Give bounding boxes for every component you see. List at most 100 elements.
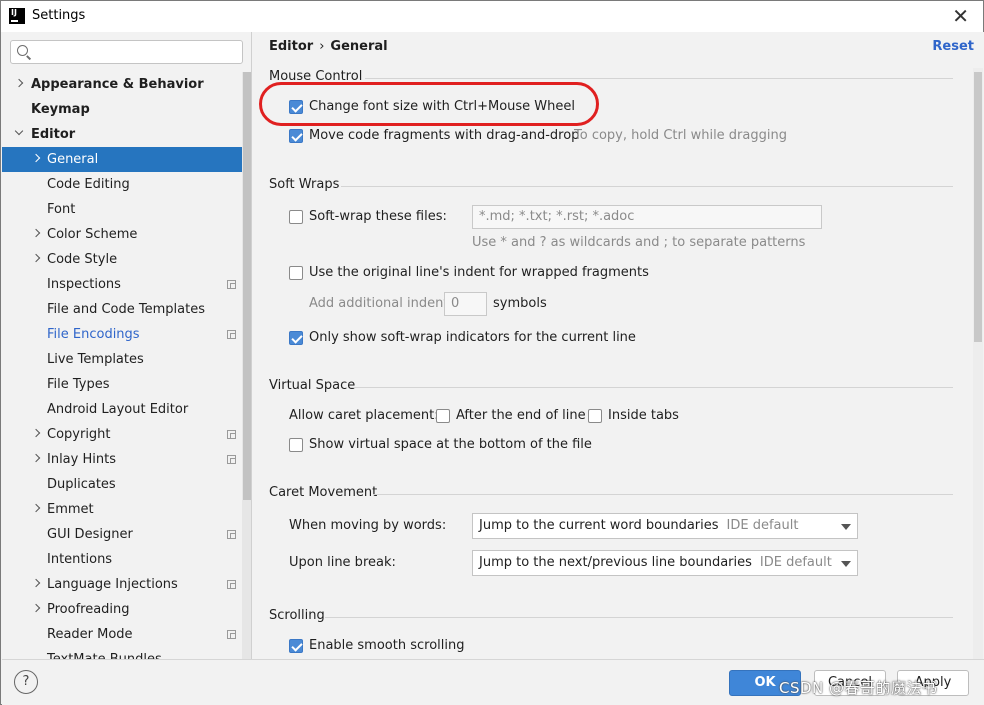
additional-indent-label: Add additional indent: [309, 296, 453, 311]
sidebar-item-font[interactable]: Font [2, 197, 242, 222]
sidebar-item-proofreading[interactable]: Proofreading [2, 597, 242, 622]
reset-link[interactable]: Reset [932, 39, 974, 54]
settings-tree: Appearance & Behavior Keymap Editor Gene… [2, 72, 242, 659]
sidebar-item-general[interactable]: General [2, 147, 242, 172]
project-settings-icon [227, 330, 236, 339]
sidebar-item-label: Copyright [47, 427, 111, 442]
sidebar-item-file-encodings[interactable]: File Encodings [2, 322, 242, 347]
sidebar-item-label: Inlay Hints [47, 452, 116, 467]
sidebar-item-editor[interactable]: Editor [2, 122, 242, 147]
breadcrumb-separator: › [319, 39, 325, 54]
sidebar-item-file-code-templates[interactable]: File and Code Templates [2, 297, 242, 322]
sidebar-item-code-style[interactable]: Code Style [2, 247, 242, 272]
project-settings-icon [227, 530, 236, 539]
sidebar-item-label: Proofreading [47, 602, 130, 617]
sidebar-item-label: Language Injections [47, 577, 178, 592]
sidebar-item-keymap[interactable]: Keymap [2, 97, 242, 122]
sidebar-item-label: File Encodings [47, 327, 140, 342]
settings-window: IJ Settings ✕ Appearance & Behavior Keym… [0, 0, 984, 705]
sidebar-item-gui-designer[interactable]: GUI Designer [2, 522, 242, 547]
sidebar-item-intentions[interactable]: Intentions [2, 547, 242, 572]
moving-words-select[interactable]: Jump to the current word boundaries IDE d… [472, 513, 858, 539]
sidebar-item-language-injections[interactable]: Language Injections [2, 572, 242, 597]
show-virtual-space-checkbox[interactable] [289, 438, 303, 452]
chevron-right-icon[interactable] [31, 253, 41, 263]
chevron-down-icon [841, 524, 851, 530]
section-divider [373, 494, 953, 495]
line-break-value: Jump to the next/previous line boundarie… [479, 555, 752, 570]
smooth-scrolling-checkbox[interactable] [289, 639, 303, 653]
project-settings-icon [227, 280, 236, 289]
red-annotation-oval [259, 82, 599, 126]
show-virtual-space-label: Show virtual space at the bottom of the … [309, 437, 592, 452]
additional-indent-input[interactable]: 0 [444, 292, 487, 316]
move-fragments-label: Move code fragments with drag-and-drop [309, 128, 580, 143]
chevron-right-icon[interactable] [31, 228, 41, 238]
sidebar-item-color-scheme[interactable]: Color Scheme [2, 222, 242, 247]
moving-words-default: IDE default [726, 518, 799, 533]
sidebar-item-inspections[interactable]: Inspections [2, 272, 242, 297]
soft-wrap-indicators-checkbox[interactable] [289, 331, 303, 345]
chevron-right-icon[interactable] [14, 78, 24, 88]
sidebar-item-label: Reader Mode [47, 627, 133, 642]
sidebar-item-textmate-bundles[interactable]: TextMate Bundles [2, 647, 242, 659]
section-title-soft-wraps: Soft Wraps [269, 177, 340, 192]
chevron-right-icon[interactable] [31, 428, 41, 438]
sidebar-item-file-types[interactable]: File Types [2, 372, 242, 397]
chevron-right-icon[interactable] [31, 153, 41, 163]
chevron-right-icon[interactable] [31, 503, 41, 513]
sidebar-item-label: Color Scheme [47, 227, 138, 242]
intellij-app-icon: IJ [9, 8, 25, 24]
section-divider [325, 617, 953, 618]
sidebar-item-code-editing[interactable]: Code Editing [2, 172, 242, 197]
sidebar-item-label: GUI Designer [47, 527, 133, 542]
chevron-right-icon[interactable] [31, 578, 41, 588]
project-settings-icon [227, 580, 236, 589]
sidebar-item-label: TextMate Bundles [47, 647, 162, 659]
breadcrumb-general: General [330, 39, 388, 54]
soft-wrap-files-input[interactable]: *.md; *.txt; *.rst; *.adoc [472, 205, 822, 229]
inside-tabs-checkbox[interactable] [588, 409, 602, 423]
content-scrollbar-thumb[interactable] [974, 72, 982, 342]
sidebar-item-label: Code Style [47, 252, 118, 267]
close-icon[interactable]: ✕ [952, 4, 969, 28]
sidebar-item-reader-mode[interactable]: Reader Mode [2, 622, 242, 647]
sidebar-scrollbar-thumb[interactable] [243, 72, 251, 500]
sidebar-item-label: Keymap [31, 102, 90, 117]
sidebar-item-inlay-hints[interactable]: Inlay Hints [2, 447, 242, 472]
breadcrumb: Editor › General [269, 39, 388, 54]
help-button[interactable]: ? [14, 670, 38, 694]
sidebar-scrollbar[interactable] [242, 72, 251, 659]
chevron-down-icon[interactable] [14, 126, 24, 136]
sidebar-item-emmet[interactable]: Emmet [2, 497, 242, 522]
soft-wrap-indicators-label: Only show soft-wrap indicators for the c… [309, 330, 636, 345]
line-break-select[interactable]: Jump to the next/previous line boundarie… [472, 550, 858, 576]
original-indent-checkbox[interactable] [289, 266, 303, 280]
csdn-watermark: CSDN @春哥的魔法书 [779, 679, 938, 697]
section-title-virtual-space: Virtual Space [269, 378, 356, 393]
breadcrumb-editor[interactable]: Editor [269, 39, 313, 54]
sidebar-item-android-layout-editor[interactable]: Android Layout Editor [2, 397, 242, 422]
sidebar-item-appearance-behavior[interactable]: Appearance & Behavior [2, 72, 242, 97]
sidebar-item-label: Emmet [47, 502, 94, 517]
title-bar: IJ Settings ✕ [1, 1, 983, 32]
content-scrollbar[interactable] [973, 68, 983, 659]
sidebar-item-duplicates[interactable]: Duplicates [2, 472, 242, 497]
soft-wrap-files-label: Soft-wrap these files: [309, 209, 447, 224]
chevron-down-icon [841, 561, 851, 567]
symbols-label: symbols [493, 296, 547, 311]
move-fragments-checkbox[interactable] [289, 129, 303, 143]
chevron-right-icon[interactable] [31, 603, 41, 613]
sidebar-item-label: Inspections [47, 277, 121, 292]
search-input[interactable] [10, 40, 243, 64]
soft-wrap-files-checkbox[interactable] [289, 210, 303, 224]
sidebar-item-copyright[interactable]: Copyright [2, 422, 242, 447]
after-end-of-line-checkbox[interactable] [436, 409, 450, 423]
sidebar-item-live-templates[interactable]: Live Templates [2, 347, 242, 372]
section-divider [351, 387, 953, 388]
search-icon [17, 45, 28, 56]
chevron-right-icon[interactable] [31, 453, 41, 463]
original-indent-label: Use the original line's indent for wrapp… [309, 265, 649, 280]
sidebar-item-label: Intentions [47, 552, 113, 567]
after-end-of-line-label: After the end of line [456, 408, 586, 423]
